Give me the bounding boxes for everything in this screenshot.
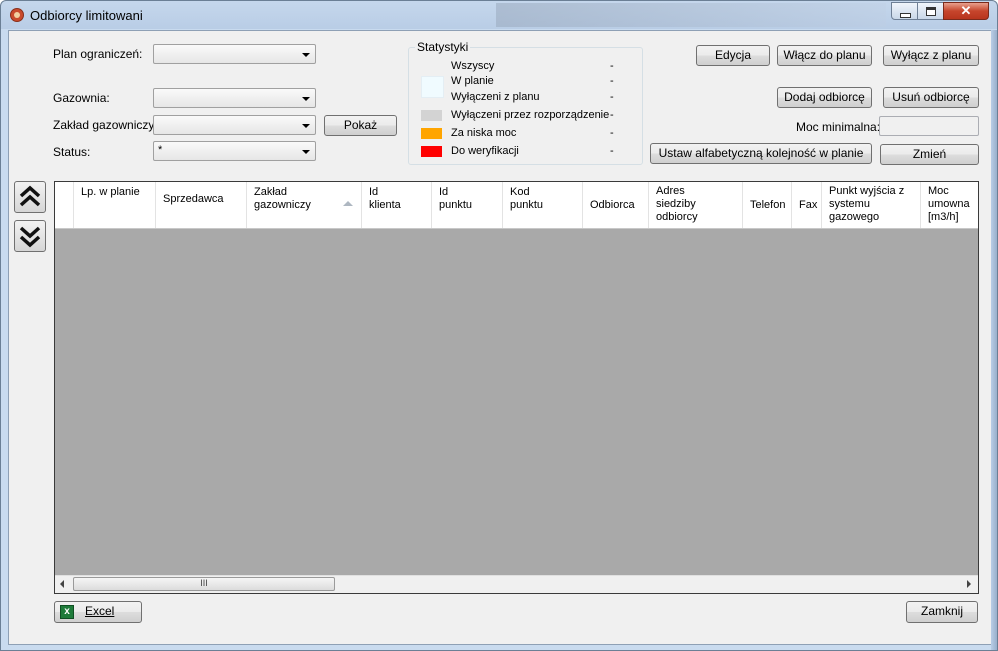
stat-value: - <box>610 91 614 103</box>
title-bar[interactable]: Odbiorcy limitowani ✕ <box>1 1 997 29</box>
column-header[interactable]: Moc umowna [m3/h] <box>921 182 978 228</box>
double-chevron-up-icon <box>19 185 41 207</box>
chevron-down-icon <box>302 53 310 57</box>
double-chevron-down-icon <box>19 226 41 248</box>
stat-row-excluded: Wyłączeni z planu - <box>409 90 642 106</box>
stat-row-low-power: Za niska moc - <box>409 126 642 142</box>
close-window-button[interactable]: ✕ <box>943 2 989 20</box>
stat-swatch <box>421 128 442 139</box>
column-header[interactable]: Id punktu <box>432 182 503 228</box>
stat-row-verify: Do weryfikacji - <box>409 144 642 160</box>
scroll-thumb[interactable]: III <box>73 577 335 591</box>
stat-row-regulation: Wyłączeni przez rozporządzenie - <box>409 108 642 124</box>
sort-ascending-icon <box>343 201 353 206</box>
plan-label: Plan ograniczeń: <box>53 47 143 61</box>
add-to-plan-button[interactable]: Włącz do planu <box>777 45 872 66</box>
column-header-sorted[interactable]: Zakład gazowniczy <box>247 182 362 228</box>
main-window: Odbiorcy limitowani ✕ Plan ograniczeń: G… <box>0 0 998 651</box>
stat-swatch <box>421 110 442 121</box>
stat-row-in-plan: W planie - <box>409 74 642 90</box>
maximize-button[interactable] <box>917 2 944 20</box>
column-header-label: Fax <box>799 199 818 211</box>
horizontal-scrollbar[interactable]: III <box>55 575 978 593</box>
status-label: Status: <box>53 145 91 159</box>
column-header[interactable]: Sprzedawca <box>156 182 247 228</box>
row-header-corner <box>55 182 74 228</box>
window-frame-edge <box>991 30 997 650</box>
stat-value: - <box>610 75 614 87</box>
stat-label: Do weryfikacji <box>451 145 519 157</box>
column-header[interactable]: Lp. w planie <box>74 182 156 228</box>
close-icon: ✕ <box>960 3 972 18</box>
minimize-button[interactable] <box>891 2 918 20</box>
column-header[interactable]: Telefon <box>743 182 792 228</box>
excel-button-label: Excel <box>85 604 115 618</box>
zaklad-label: Zakład gazowniczy: <box>53 118 158 132</box>
status-select-value: * <box>158 144 163 156</box>
stat-label: Wyłączeni z planu <box>451 91 540 103</box>
gazownia-select[interactable] <box>153 88 316 108</box>
column-header-label: Sprzedawca <box>163 193 224 205</box>
stat-label: Wyłączeni przez rozporządzenie <box>451 109 610 121</box>
move-down-button[interactable] <box>14 220 46 252</box>
stat-value: - <box>610 60 614 72</box>
stat-label: Wszyscy <box>451 60 495 72</box>
column-header[interactable]: Fax <box>792 182 822 228</box>
show-button[interactable]: Pokaż <box>324 115 397 136</box>
column-header[interactable]: Kod punktu <box>503 182 583 228</box>
background-window-blur <box>496 3 886 27</box>
stat-swatch <box>421 63 442 74</box>
min-power-label: Moc minimalna: <box>796 120 881 134</box>
column-header[interactable]: Odbiorca <box>583 182 649 228</box>
delete-recipient-button[interactable]: Usuń odbiorcę <box>883 87 979 108</box>
excel-button[interactable]: x Excel <box>54 601 142 623</box>
status-select[interactable]: * <box>153 141 316 161</box>
column-header[interactable]: Adres siedziby odbiorcy <box>649 182 743 228</box>
column-header-label: Odbiorca <box>590 199 635 211</box>
stat-value: - <box>610 109 614 121</box>
stat-label: Za niska moc <box>451 127 517 139</box>
client-area: Plan ograniczeń: Gazownia: Zakład gazown… <box>8 30 992 645</box>
app-icon <box>10 8 24 22</box>
column-header-label: Kod punktu <box>510 186 544 211</box>
column-header-label: Id punktu <box>439 186 473 211</box>
stats-group: Wszyscy - W planie - Wyłączeni z planu -… <box>408 47 643 165</box>
change-button[interactable]: Zmień <box>880 144 979 165</box>
column-header-label: Telefon <box>750 199 786 211</box>
stat-row-all: Wszyscy - <box>409 59 642 75</box>
excel-icon: x <box>60 605 74 619</box>
scroll-right-icon[interactable] <box>967 580 971 588</box>
column-header[interactable]: Punkt wyjścia z systemu gazowego <box>822 182 921 228</box>
stats-title: Statystyki <box>415 40 471 54</box>
stat-value: - <box>610 127 614 139</box>
recipients-grid[interactable]: Lp. w planie Sprzedawca Zakład gazownicz… <box>54 181 979 594</box>
stat-value: - <box>610 145 614 157</box>
column-header-label: Lp. w planie <box>81 186 140 198</box>
zaklad-select[interactable] <box>153 115 316 135</box>
column-header-label: Adres siedziby odbiorcy <box>656 185 698 223</box>
move-up-button[interactable] <box>14 181 46 213</box>
column-header-label: Moc umowna [m3/h] <box>928 185 970 223</box>
edit-button[interactable]: Edycja <box>696 45 770 66</box>
chevron-down-icon <box>302 97 310 101</box>
scroll-grip: III <box>200 578 208 588</box>
stat-swatch <box>421 146 442 157</box>
chevron-down-icon <box>302 150 310 154</box>
column-header-label: Zakład gazowniczy <box>254 186 311 211</box>
alphabetical-order-button[interactable]: Ustaw alfabetyczną kolejność w planie <box>650 143 872 164</box>
window-title: Odbiorcy limitowani <box>30 8 143 23</box>
scroll-left-icon[interactable] <box>60 580 64 588</box>
column-header[interactable]: Id klienta <box>362 182 432 228</box>
add-recipient-button[interactable]: Dodaj odbiorcę <box>777 87 872 108</box>
close-button[interactable]: Zamknij <box>906 601 978 623</box>
chevron-down-icon <box>302 124 310 128</box>
column-header-label: Id klienta <box>369 186 401 211</box>
stat-label: W planie <box>451 75 494 87</box>
remove-from-plan-button[interactable]: Wyłącz z planu <box>883 45 979 66</box>
min-power-input[interactable] <box>879 116 979 136</box>
gazownia-label: Gazownia: <box>53 91 110 105</box>
column-header-label: Punkt wyjścia z systemu gazowego <box>829 185 905 223</box>
plan-select[interactable] <box>153 44 316 64</box>
grid-header: Lp. w planie Sprzedawca Zakład gazownicz… <box>55 182 978 229</box>
